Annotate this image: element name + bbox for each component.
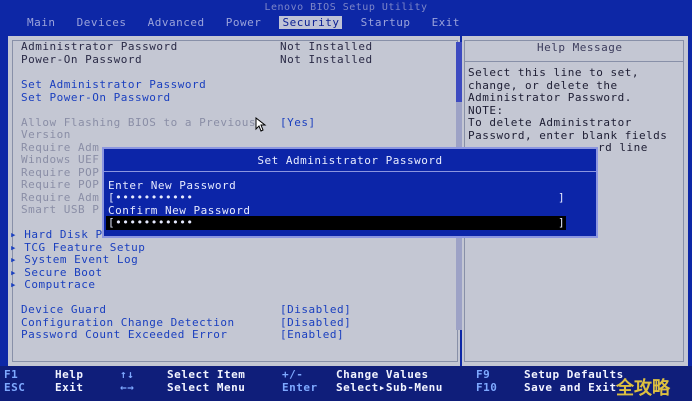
change-values-label: Change Values (336, 368, 429, 381)
poweron-password-status: Not Installed (280, 53, 373, 66)
menu-power[interactable]: Power (223, 16, 265, 29)
password-count-value[interactable]: [Enabled] (280, 328, 344, 341)
version-label: Version (21, 128, 71, 141)
set-poweron-password-item[interactable]: Set Power-On Password (21, 91, 171, 104)
save-exit-label: Save and Exit (524, 381, 617, 394)
menu-bar: Main Devices Advanced Power Security Sta… (24, 16, 471, 30)
enter-key[interactable]: Enter (282, 381, 318, 394)
help-line-5: To delete Administrator (468, 116, 632, 129)
help-line-7: rd line (598, 141, 648, 154)
f10-key[interactable]: F10 (476, 381, 497, 394)
admin-password-label: Administrator Password (21, 40, 178, 53)
plusminus-key[interactable]: +/- (282, 368, 303, 381)
new-password-value[interactable]: [••••••••••• (108, 191, 193, 204)
select-menu-label: Select Menu (167, 381, 246, 394)
leftright-arrows-icon: ←→ (120, 381, 135, 394)
f1-key[interactable]: F1 (4, 368, 18, 381)
device-guard-value[interactable]: [Disabled] (280, 303, 351, 316)
new-password-end-bracket: ] (558, 191, 566, 204)
esc-exit-label: Exit (55, 381, 84, 394)
esc-key[interactable]: ESC (4, 381, 25, 394)
app-title: Lenovo BIOS Setup Utility (264, 2, 428, 13)
smart-usb-item[interactable]: Smart USB P (21, 203, 99, 216)
menu-startup[interactable]: Startup (358, 16, 414, 29)
site-watermark: 全攻略 (616, 378, 670, 399)
help-line-3: Administrator Password. (468, 91, 632, 104)
device-guard-label[interactable]: Device Guard (21, 303, 106, 316)
set-admin-password-item[interactable]: Set Administrator Password (21, 78, 206, 91)
admin-password-status: Not Installed (280, 40, 373, 53)
help-title: Help Message (537, 41, 623, 54)
windows-uefi-item[interactable]: Windows UEF (21, 153, 99, 166)
dialog-title-bar: Set Administrator Password (104, 149, 596, 172)
menu-security[interactable]: Security (279, 16, 343, 29)
select-submenu-label: Select▸Sub-Menu (336, 381, 443, 394)
key-help-bar: F1 Help ESC Exit ↑↓ Select Item ←→ Selec… (0, 366, 692, 401)
poweron-password-label: Power-On Password (21, 53, 143, 66)
dialog-title: Set Administrator Password (257, 154, 443, 167)
allow-flash-value[interactable]: [Yes] (280, 116, 316, 129)
confirm-password-end-bracket: ] (558, 216, 566, 229)
computrace-submenu[interactable]: ▸ Computrace (10, 278, 95, 291)
select-item-label: Select Item (167, 368, 246, 381)
setup-defaults-label: Setup Defaults (524, 368, 624, 381)
menu-main[interactable]: Main (24, 16, 59, 29)
set-password-dialog: Set Administrator Password Enter New Pas… (102, 147, 598, 238)
confirm-password-value[interactable]: [••••••••••• (108, 216, 193, 229)
menu-devices[interactable]: Devices (74, 16, 130, 29)
help-separator (465, 61, 683, 62)
menu-advanced[interactable]: Advanced (145, 16, 208, 29)
menu-exit[interactable]: Exit (429, 16, 464, 29)
hard-disk-submenu[interactable]: ▸ Hard Disk P (10, 228, 103, 241)
require-pop-item-2[interactable]: Require POP (21, 178, 99, 191)
system-event-log-submenu[interactable]: ▸ System Event Log (10, 253, 138, 266)
f9-key[interactable]: F9 (476, 368, 490, 381)
f1-help-label: Help (55, 368, 84, 381)
password-count-label[interactable]: Password Count Exceeded Error (21, 328, 228, 341)
title-bar: Lenovo BIOS Setup Utility Main Devices A… (0, 0, 692, 32)
mouse-pointer-icon (255, 117, 267, 132)
help-line-1: Select this line to set, (468, 66, 639, 79)
updown-arrows-icon: ↑↓ (120, 368, 135, 381)
